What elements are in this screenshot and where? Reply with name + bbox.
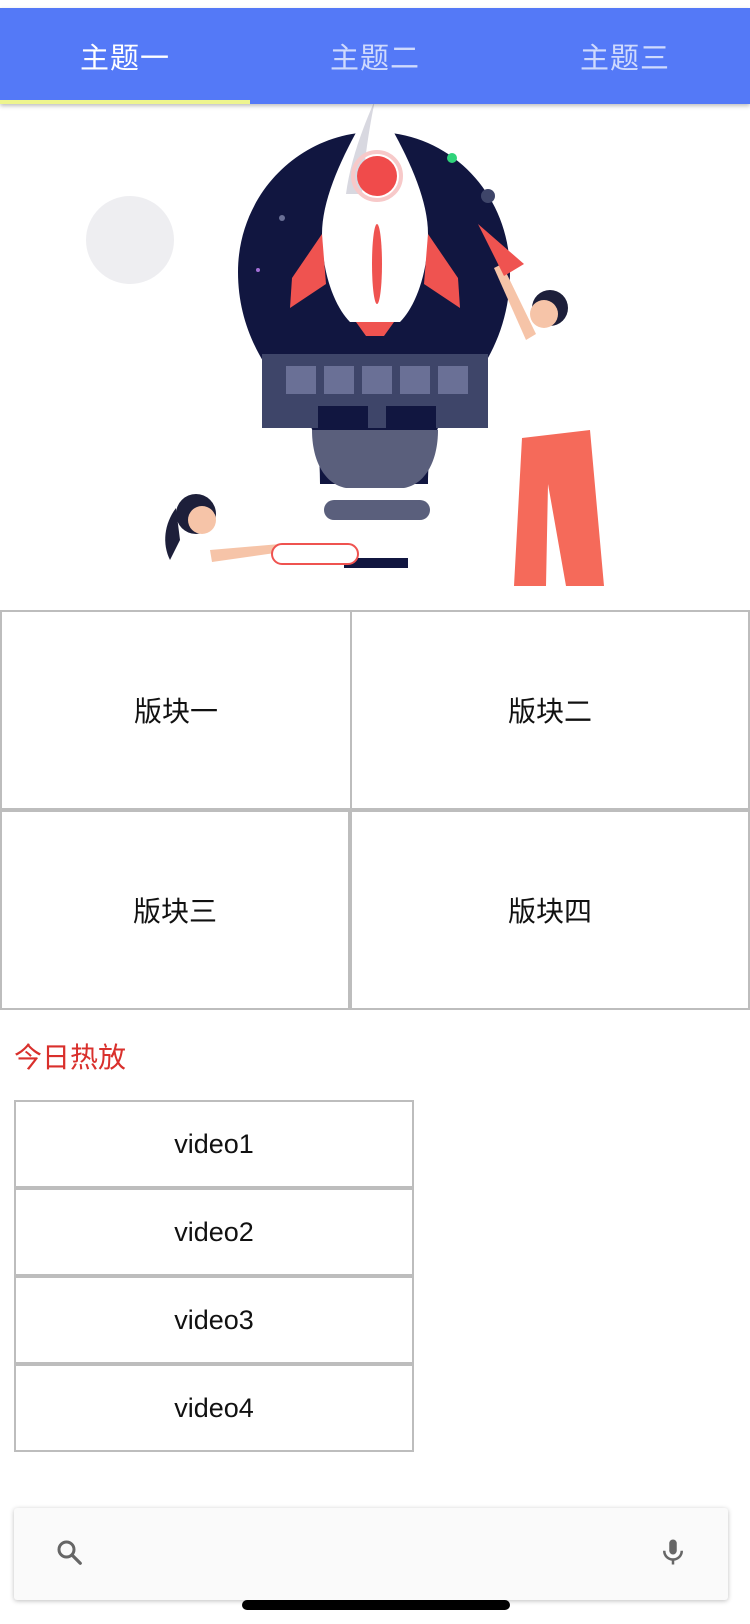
home-indicator	[242, 1600, 510, 1610]
section-title: 今日热放	[14, 1042, 127, 1073]
top-tab-bar: 主题一 主题二 主题三	[0, 8, 750, 104]
search-bar	[14, 1508, 728, 1600]
tab-theme-1[interactable]: 主题一	[0, 8, 250, 104]
list-item[interactable]: video3	[14, 1276, 414, 1364]
microphone-icon[interactable]	[658, 1535, 688, 1574]
block-3[interactable]: 版块三	[0, 810, 350, 1010]
search-input[interactable]	[108, 1537, 634, 1571]
block-4[interactable]: 版块四	[350, 810, 750, 1010]
video-list: video1 video2 video3 video4	[14, 1100, 414, 1452]
block-1[interactable]: 版块一	[0, 610, 352, 810]
search-icon[interactable]	[54, 1537, 84, 1572]
tab-theme-3[interactable]: 主题三	[500, 8, 750, 104]
hero-illustration	[0, 104, 750, 586]
block-2[interactable]: 版块二	[350, 610, 750, 810]
tab-theme-2[interactable]: 主题二	[250, 8, 500, 104]
list-item[interactable]: video2	[14, 1188, 414, 1276]
list-item[interactable]: video4	[14, 1364, 414, 1452]
list-item[interactable]: video1	[14, 1100, 414, 1188]
